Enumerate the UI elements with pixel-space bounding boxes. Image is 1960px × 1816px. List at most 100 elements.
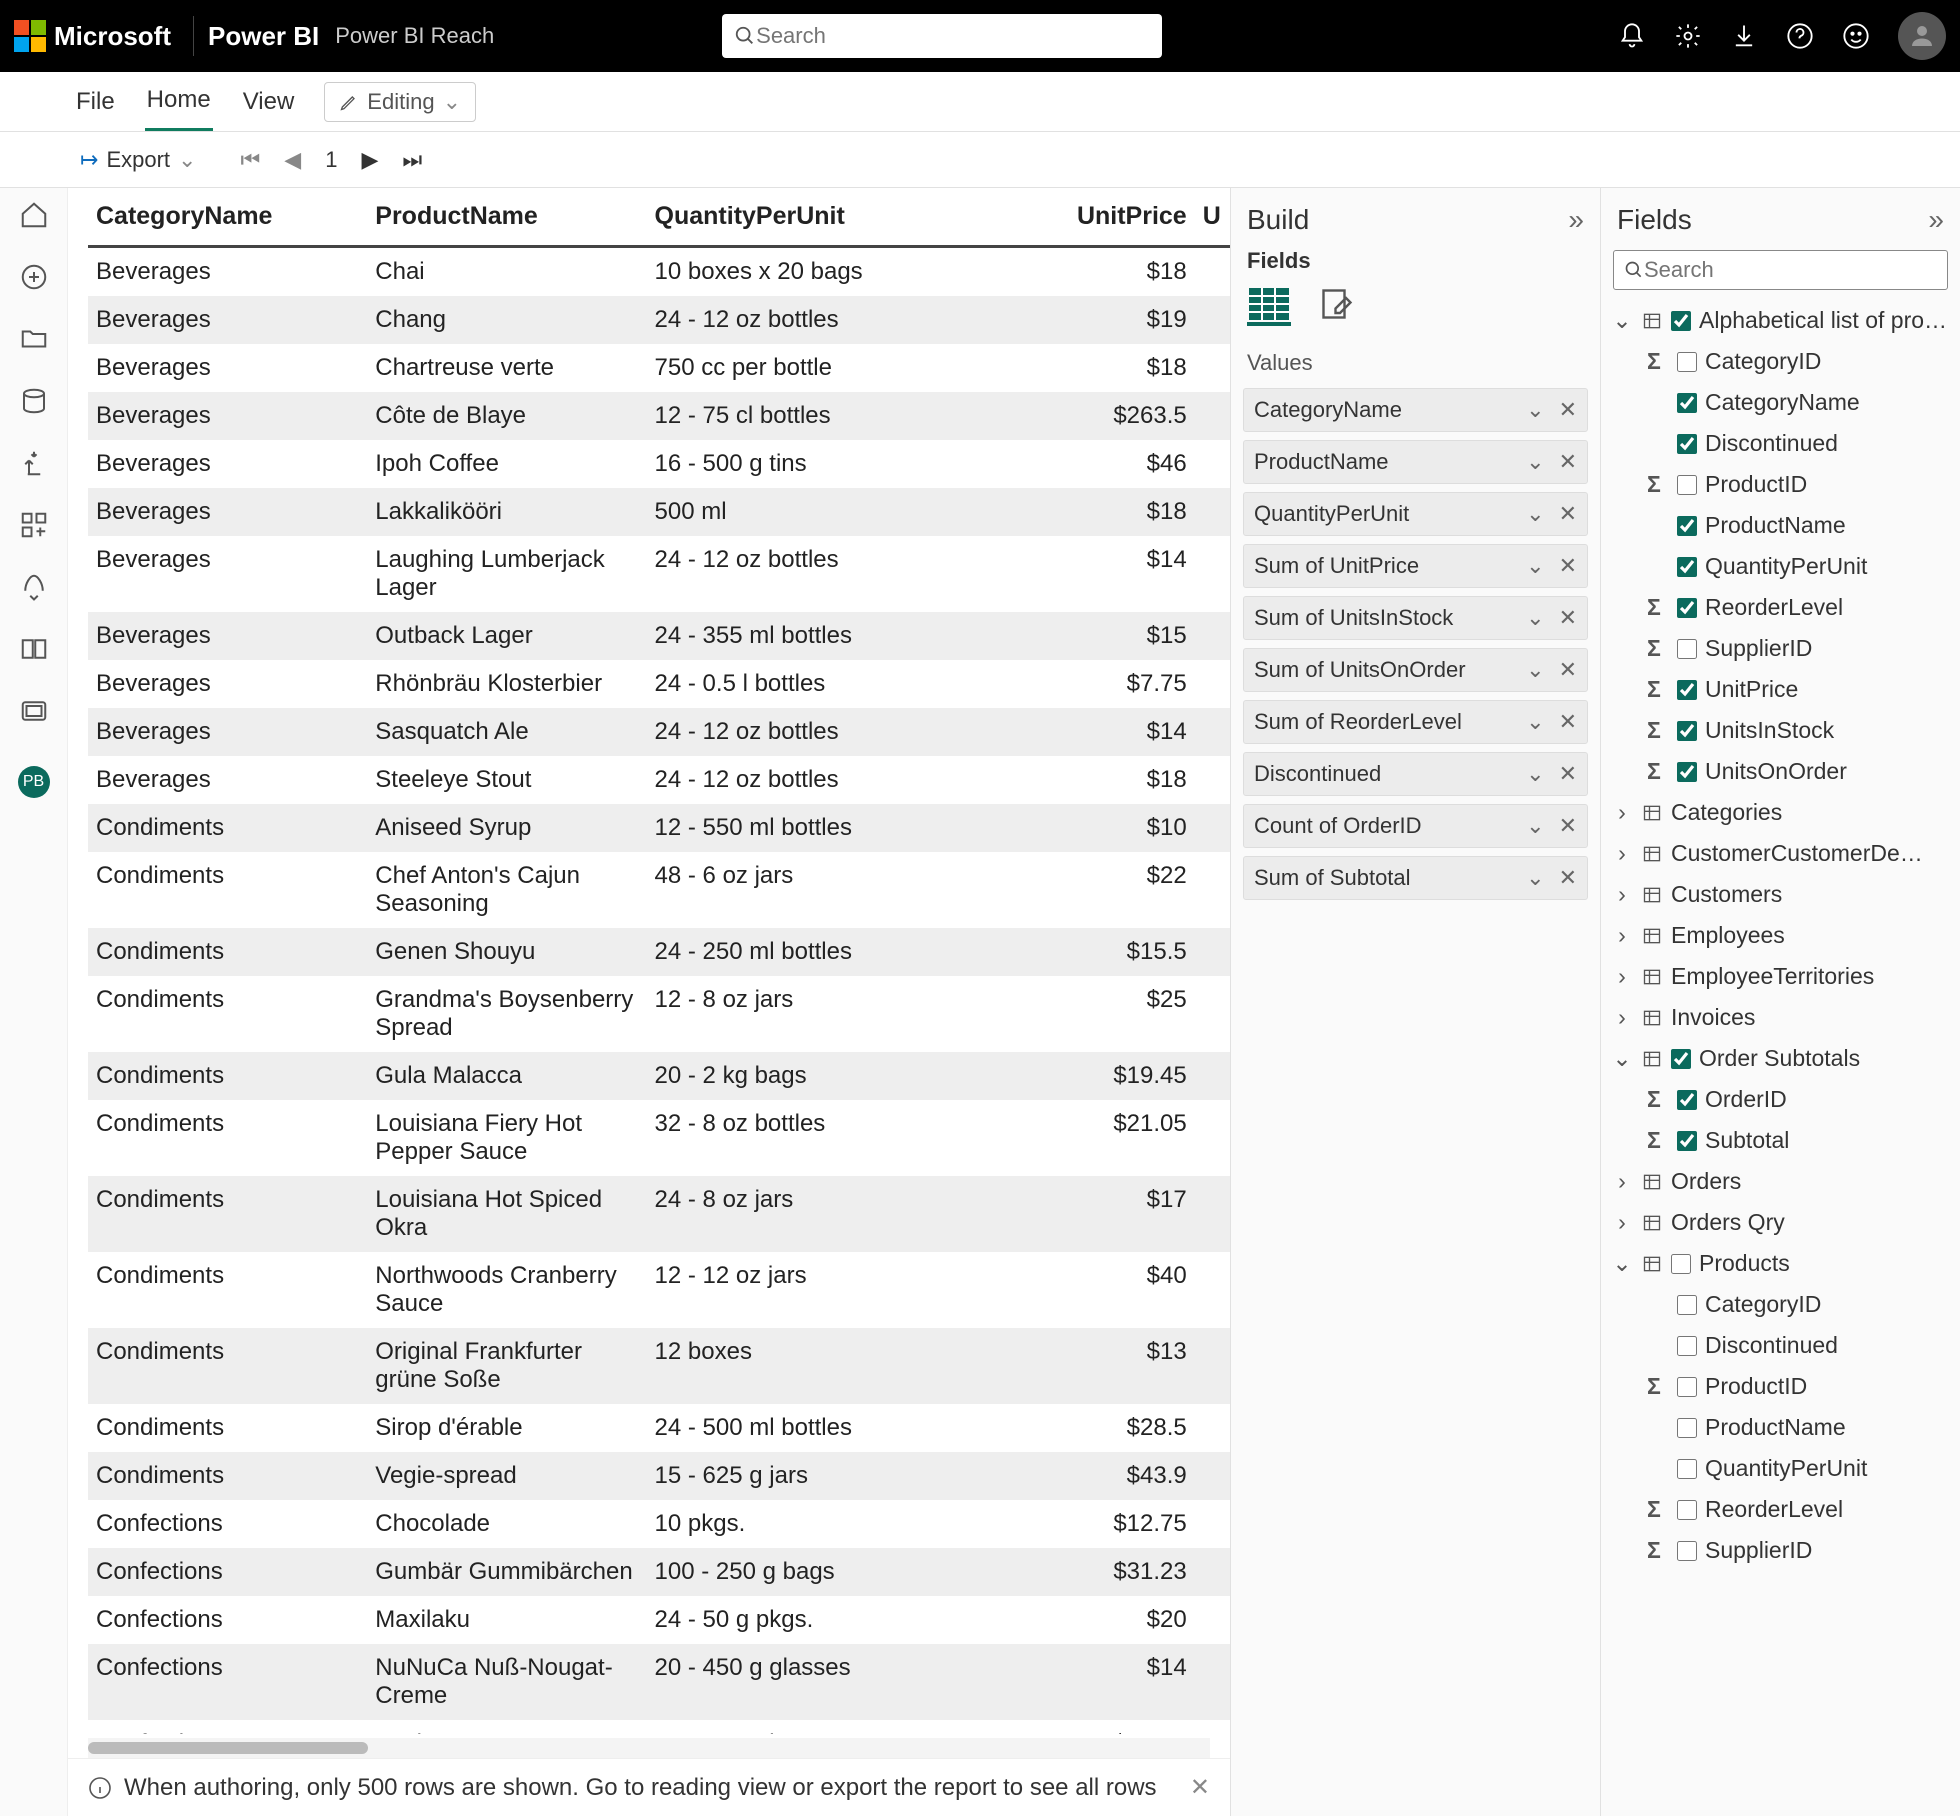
field-chip[interactable]: Sum of UnitPrice⌄✕ [1243,544,1588,588]
collapse-icon[interactable]: » [1928,204,1944,236]
bell-icon[interactable] [1618,22,1646,50]
table-row[interactable]: CondimentsChef Anton's Cajun Seasoning48… [88,852,1230,928]
table-checkbox[interactable] [1671,1254,1691,1274]
pager-first[interactable]: ⏮ [240,147,260,173]
field-chip[interactable]: Sum of UnitsInStock⌄✕ [1243,596,1588,640]
table-node[interactable]: ›EmployeeTerritories [1607,956,1954,997]
deploy-icon[interactable] [19,572,49,602]
field-node[interactable]: ΣUnitPrice [1607,669,1954,710]
editing-dropdown[interactable]: Editing ⌄ [324,82,476,122]
table-node[interactable]: ⌄Alphabetical list of pro… [1607,300,1954,341]
table-row[interactable]: ConfectionsChocolade10 pkgs.$12.75 [88,1500,1230,1548]
collapse-icon[interactable]: » [1568,204,1584,236]
table-row[interactable]: BeveragesRhönbräu Klosterbier24 - 0.5 l … [88,660,1230,708]
chevron-down-icon[interactable]: ⌄ [1526,501,1544,527]
table-row[interactable]: CondimentsNorthwoods Cranberry Sauce12 -… [88,1252,1230,1328]
col-category[interactable]: CategoryName [88,188,367,247]
table-row[interactable]: ConfectionsMaxilaku24 - 50 g pkgs.$20 [88,1596,1230,1644]
table-node[interactable]: ⌄Order Subtotals [1607,1038,1954,1079]
field-node[interactable]: ProductName [1607,505,1954,546]
remove-icon[interactable]: ✕ [1559,813,1577,839]
table-row[interactable]: CondimentsAniseed Syrup12 - 550 ml bottl… [88,804,1230,852]
chevron-down-icon[interactable]: ⌄ [1526,605,1544,631]
table-row[interactable]: ConfectionsNuNuCa Nuß-Nougat-Creme20 - 4… [88,1644,1230,1720]
field-chip[interactable]: ProductName⌄✕ [1243,440,1588,484]
table-row[interactable]: BeveragesSasquatch Ale24 - 12 oz bottles… [88,708,1230,756]
browse-icon[interactable] [19,324,49,354]
col-qpu[interactable]: QuantityPerUnit [647,188,926,247]
table-row[interactable]: BeveragesChang24 - 12 oz bottles$19 [88,296,1230,344]
field-checkbox[interactable] [1677,1295,1697,1315]
field-checkbox[interactable] [1677,1090,1697,1110]
chevron-right-icon[interactable]: › [1611,1168,1633,1195]
pager-next[interactable]: ▶ [361,147,378,173]
field-checkbox[interactable] [1677,762,1697,782]
download-icon[interactable] [1730,22,1758,50]
visual-table-icon[interactable] [1247,286,1291,326]
field-chip[interactable]: Discontinued⌄✕ [1243,752,1588,796]
table-row[interactable]: BeveragesLakkalikööri500 ml$18 [88,488,1230,536]
chevron-down-icon[interactable]: ⌄ [1526,449,1544,475]
field-chip[interactable]: Sum of Subtotal⌄✕ [1243,856,1588,900]
table-row[interactable]: ConfectionsPavlova32 - 500 g boxes$17.45 [88,1720,1230,1734]
field-checkbox[interactable] [1677,475,1697,495]
field-checkbox[interactable] [1677,1131,1697,1151]
remove-icon[interactable]: ✕ [1559,865,1577,891]
field-node[interactable]: ΣSupplierID [1607,628,1954,669]
field-checkbox[interactable] [1677,557,1697,577]
field-checkbox[interactable] [1677,434,1697,454]
field-checkbox[interactable] [1677,352,1697,372]
chevron-down-icon[interactable]: ⌄ [1526,813,1544,839]
chevron-right-icon[interactable]: › [1611,881,1633,908]
field-node[interactable]: ΣReorderLevel [1607,1489,1954,1530]
chevron-down-icon[interactable]: ⌄ [1526,709,1544,735]
field-node[interactable]: Discontinued [1607,1325,1954,1366]
table-row[interactable]: BeveragesChartreuse verte750 cc per bott… [88,344,1230,392]
table-checkbox[interactable] [1671,311,1691,331]
table-row[interactable]: CondimentsLouisiana Fiery Hot Pepper Sau… [88,1100,1230,1176]
field-node[interactable]: ΣSubtotal [1607,1120,1954,1161]
table-node[interactable]: ›Orders Qry [1607,1202,1954,1243]
table-row[interactable]: BeveragesOutback Lager24 - 355 ml bottle… [88,612,1230,660]
workspaces-icon[interactable] [19,696,49,726]
field-checkbox[interactable] [1677,1336,1697,1356]
learn-icon[interactable] [19,634,49,664]
close-icon[interactable]: ✕ [1190,1773,1210,1802]
h-scrollbar[interactable] [88,1738,1210,1758]
remove-icon[interactable]: ✕ [1559,657,1577,683]
face-icon[interactable] [1842,22,1870,50]
chevron-right-icon[interactable]: › [1611,799,1633,826]
field-checkbox[interactable] [1677,1541,1697,1561]
table-visual[interactable]: CategoryName ProductName QuantityPerUnit… [68,188,1230,1734]
table-row[interactable]: CondimentsSirop d'érable24 - 500 ml bott… [88,1404,1230,1452]
remove-icon[interactable]: ✕ [1559,761,1577,787]
gear-icon[interactable] [1674,22,1702,50]
chevron-down-icon[interactable]: ⌄ [1526,657,1544,683]
col-cut[interactable]: U [1195,188,1230,247]
global-search-input[interactable] [756,23,1150,49]
field-node[interactable]: CategoryName [1607,382,1954,423]
table-node[interactable]: ›Customers [1607,874,1954,915]
tab-file[interactable]: File [74,74,117,130]
field-checkbox[interactable] [1677,1500,1697,1520]
table-row[interactable]: CondimentsGrandma's Boysenberry Spread12… [88,976,1230,1052]
chevron-down-icon[interactable]: ⌄ [1611,1250,1633,1277]
remove-icon[interactable]: ✕ [1559,709,1577,735]
remove-icon[interactable]: ✕ [1559,605,1577,631]
field-chip[interactable]: Sum of UnitsOnOrder⌄✕ [1243,648,1588,692]
remove-icon[interactable]: ✕ [1559,449,1577,475]
table-node[interactable]: ›CustomerCustomerDe… [1607,833,1954,874]
chevron-right-icon[interactable]: › [1611,1004,1633,1031]
field-node[interactable]: ΣCategoryID [1607,341,1954,382]
table-node[interactable]: ›Invoices [1607,997,1954,1038]
chevron-down-icon[interactable]: ⌄ [1526,553,1544,579]
apps-icon[interactable] [19,510,49,540]
breadcrumb[interactable]: Power BI Reach [335,23,494,49]
table-row[interactable]: CondimentsGula Malacca20 - 2 kg bags$19.… [88,1052,1230,1100]
field-node[interactable]: CategoryID [1607,1284,1954,1325]
field-chip[interactable]: Sum of ReorderLevel⌄✕ [1243,700,1588,744]
field-node[interactable]: QuantityPerUnit [1607,546,1954,587]
table-row[interactable]: BeveragesIpoh Coffee16 - 500 g tins$46 [88,440,1230,488]
field-checkbox[interactable] [1677,1418,1697,1438]
field-checkbox[interactable] [1677,680,1697,700]
